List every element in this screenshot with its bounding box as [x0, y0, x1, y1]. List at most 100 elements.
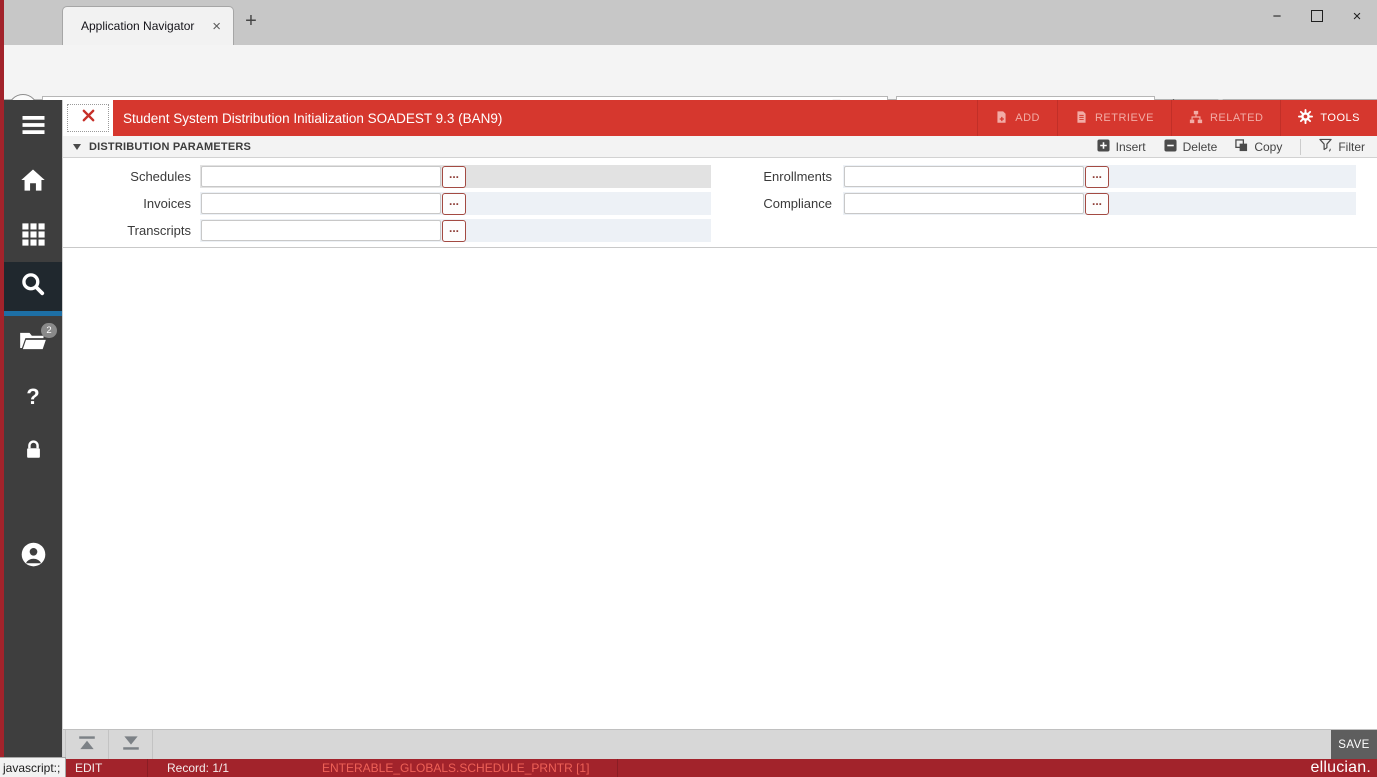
filter-funnel-icon — [1319, 138, 1333, 155]
home-icon — [20, 167, 46, 198]
copy-label: Copy — [1254, 139, 1283, 154]
section-divider — [1300, 138, 1302, 155]
enrollments-input[interactable] — [844, 166, 1084, 187]
enrollments-lookup-button[interactable]: ... — [1085, 165, 1109, 188]
close-icon — [81, 108, 96, 128]
status-divider — [617, 759, 618, 777]
status-bar: EDIT Record: 1/1 ENTERABLE_GLOBALS.SCHED… — [0, 759, 1377, 777]
scroll-bottom-icon — [121, 735, 141, 756]
document-plus-icon — [995, 110, 1008, 127]
sidebar-help-button[interactable]: ? — [4, 370, 62, 424]
tools-label: TOOLS — [1320, 112, 1360, 124]
compliance-lookup-button[interactable]: ... — [1085, 192, 1109, 215]
enrollments-label: Enrollments — [763, 169, 832, 184]
compliance-row-band: ... — [843, 192, 1356, 215]
field-row-compliance: Compliance ... — [703, 192, 1356, 215]
transcripts-label: Transcripts — [127, 223, 191, 238]
compliance-input[interactable] — [844, 193, 1084, 214]
retrieve-button[interactable]: RETRIEVE — [1056, 100, 1171, 136]
form-header-actions: ADD RETRIEVE RELATED TOOLS — [977, 100, 1377, 136]
save-button[interactable]: SAVE — [1331, 730, 1377, 760]
field-row-enrollments: Enrollments ... — [703, 165, 1356, 188]
sidebar-home-button[interactable] — [4, 155, 62, 209]
related-button[interactable]: RELATED — [1170, 100, 1280, 136]
filter-button[interactable]: Filter — [1319, 138, 1365, 155]
browser-tab-strip: Application Navigator × + − × — [0, 0, 1377, 45]
ellucian-logo: ellucian. — [1310, 758, 1371, 776]
form-title: Student System Distribution Initializati… — [123, 110, 503, 126]
screen: Application Navigator × + − × Search 2 ?… — [0, 0, 1377, 777]
enrollments-row-band: ... — [843, 165, 1356, 188]
tab-close-icon[interactable]: × — [210, 18, 223, 35]
copy-icon — [1235, 138, 1248, 155]
browser-tab[interactable]: Application Navigator × — [62, 6, 234, 45]
browser-navbar: https://bannerban9.isg.siue.edu/applicat… — [0, 45, 1377, 124]
delete-icon — [1164, 138, 1177, 155]
invoices-input[interactable] — [201, 193, 441, 214]
document-icon — [1075, 110, 1088, 127]
invoices-lookup-button[interactable]: ... — [442, 192, 466, 215]
collapse-caret-icon[interactable] — [73, 143, 81, 150]
schedules-lookup-button[interactable]: ... — [442, 165, 466, 188]
window-minimize-button[interactable]: − — [1267, 8, 1287, 25]
schedules-input[interactable] — [201, 166, 441, 187]
link-status-tooltip: javascript:; — [0, 757, 66, 777]
transcripts-row-band: ... — [200, 219, 711, 242]
transcripts-lookup-button[interactable]: ... — [442, 219, 466, 242]
transcripts-input[interactable] — [201, 220, 441, 241]
new-tab-button[interactable]: + — [238, 10, 264, 33]
lock-icon — [22, 438, 45, 466]
insert-icon — [1097, 138, 1110, 155]
sidebar-applications-button[interactable] — [4, 210, 62, 264]
form-header: Student System Distribution Initializati… — [63, 100, 1377, 136]
sidebar-search-button[interactable] — [4, 262, 62, 316]
user-icon — [20, 541, 47, 573]
section-bar: DISTRIBUTION PARAMETERS Insert Delete Co… — [63, 136, 1377, 158]
field-row-invoices: Invoices ... — [63, 192, 711, 215]
insert-button[interactable]: Insert — [1097, 138, 1146, 155]
sidebar-recent-files-button[interactable]: 2 — [4, 316, 62, 370]
bottom-toolbar: SAVE — [63, 729, 1377, 760]
add-button[interactable]: ADD — [977, 100, 1057, 136]
window-maximize-button[interactable] — [1311, 10, 1323, 22]
related-label: RELATED — [1209, 112, 1264, 124]
scroll-to-bottom-button[interactable] — [109, 730, 153, 760]
tab-title: Application Navigator — [81, 19, 195, 33]
key-block: Schedules ... Invoices ... Transcripts .… — [63, 158, 1377, 248]
field-row-schedules: Schedules ... — [63, 165, 711, 188]
field-row-transcripts: Transcripts ... — [63, 219, 711, 242]
delete-label: Delete — [1182, 139, 1218, 154]
sidebar-menu-button[interactable] — [4, 100, 62, 154]
status-field-ref: ENTERABLE_GLOBALS.SCHEDULE_PRNTR [1] — [322, 761, 590, 775]
window-close-button[interactable]: × — [1347, 8, 1367, 25]
gear-icon — [1298, 109, 1314, 127]
section-title: DISTRIBUTION PARAMETERS — [89, 140, 252, 153]
status-mode: EDIT — [75, 761, 103, 775]
scroll-top-icon — [77, 735, 97, 756]
status-divider — [147, 759, 148, 777]
schedules-label: Schedules — [130, 169, 191, 184]
app-sidebar: 2 ? — [4, 100, 62, 759]
copy-button[interactable]: Copy — [1235, 138, 1283, 155]
section-actions: Insert Delete Copy Filter — [1097, 138, 1369, 155]
compliance-label: Compliance — [763, 196, 832, 211]
search-icon — [20, 271, 46, 302]
filter-label: Filter — [1338, 139, 1365, 154]
question-mark-icon: ? — [26, 384, 40, 409]
tools-button[interactable]: TOOLS — [1280, 100, 1377, 136]
form-close-button[interactable] — [63, 100, 113, 136]
app-main: Student System Distribution Initializati… — [62, 100, 1377, 777]
invoices-row-band: ... — [200, 192, 711, 215]
scroll-to-top-button[interactable] — [65, 730, 109, 760]
delete-button[interactable]: Delete — [1164, 138, 1218, 155]
hamburger-icon — [20, 114, 47, 141]
sidebar-lock-button[interactable] — [4, 425, 62, 479]
status-record: Record: 1/1 — [167, 761, 230, 775]
sitemap-icon — [1189, 110, 1203, 127]
grid-icon — [21, 222, 46, 252]
retrieve-label: RETRIEVE — [1094, 112, 1154, 124]
sidebar-profile-button[interactable] — [4, 530, 62, 584]
insert-label: Insert — [1115, 139, 1146, 154]
schedules-row-band: ... — [200, 165, 711, 188]
window-controls: − × — [1267, 2, 1367, 30]
